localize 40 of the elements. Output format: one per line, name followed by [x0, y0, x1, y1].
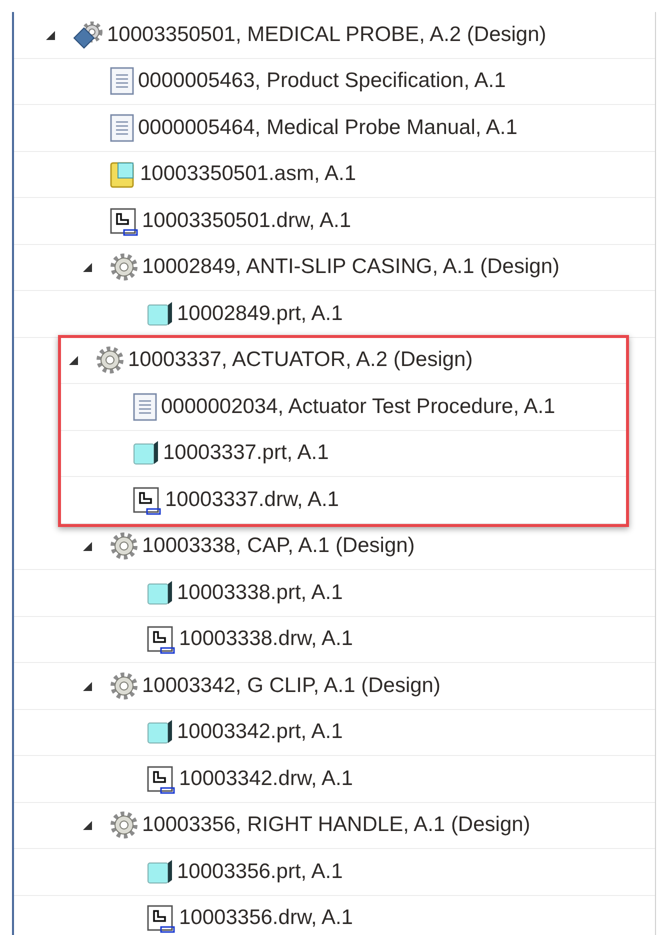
tree-item-label[interactable]: 0000005464, Medical Probe Manual, A.1 — [138, 116, 518, 140]
gear-icon — [109, 670, 139, 701]
tree-item-label[interactable]: 10003342.drw, A.1 — [179, 766, 353, 791]
gear-icon — [109, 810, 139, 840]
expanded-triangle-icon[interactable] — [81, 540, 93, 552]
drawing-icon — [132, 484, 162, 515]
tree-item-label[interactable]: 10003350501, MEDICAL PROBE, A.2 (Design) — [107, 22, 546, 47]
tree-item-label[interactable]: 10002849.prt, A.1 — [177, 302, 343, 326]
tree-item-label[interactable]: 10003356.drw, A.1 — [179, 906, 353, 930]
document-icon — [109, 112, 135, 143]
document-icon — [132, 392, 158, 422]
gear-icon — [72, 20, 104, 50]
gear-icon — [109, 531, 139, 562]
gear-icon — [109, 252, 139, 282]
gear-icon — [95, 345, 125, 376]
tree-item-label[interactable]: 0000005463, Product Specification, A.1 — [138, 69, 506, 94]
document-icon — [109, 66, 135, 96]
expanded-triangle-icon[interactable] — [44, 28, 56, 41]
drawing-icon — [146, 903, 176, 934]
tree-item-label[interactable]: 10003350501.asm, A.1 — [140, 162, 356, 186]
drawing-icon — [146, 764, 176, 794]
tree-item-label[interactable]: 10003338.prt, A.1 — [177, 580, 343, 605]
tree-item-label[interactable]: 10003337.prt, A.1 — [163, 441, 329, 466]
tree-item-label[interactable]: 10003338, CAP, A.1 (Design) — [142, 534, 415, 558]
tree-item-label[interactable]: 10003337.drw, A.1 — [165, 488, 339, 512]
tree-item-label[interactable]: 10003342, G CLIP, A.1 (Design) — [142, 674, 440, 698]
expanded-triangle-icon[interactable] — [81, 819, 93, 832]
tree-item-label[interactable]: 10003337, ACTUATOR, A.2 (Design) — [128, 348, 473, 372]
expanded-triangle-icon[interactable] — [81, 680, 93, 692]
tree-item-label[interactable]: 10003342.prt, A.1 — [177, 720, 343, 744]
tree-item-label[interactable]: 10002849, ANTI-SLIP CASING, A.1 (Design) — [142, 255, 560, 280]
drawing-icon — [109, 206, 139, 236]
expanded-triangle-icon[interactable] — [67, 354, 79, 366]
expanded-triangle-icon[interactable] — [81, 261, 93, 274]
tree-item-label[interactable]: 10003356.prt, A.1 — [177, 860, 343, 884]
tree-item-label[interactable]: 10003350501.drw, A.1 — [142, 208, 352, 233]
tree-item-label[interactable]: 10003338.drw, A.1 — [179, 627, 353, 652]
tree-item-label[interactable]: 10003356, RIGHT HANDLE, A.1 (Design) — [142, 813, 530, 838]
tree-item-label[interactable]: 0000002034, Actuator Test Procedure, A.1 — [161, 394, 556, 419]
drawing-icon — [146, 624, 176, 654]
